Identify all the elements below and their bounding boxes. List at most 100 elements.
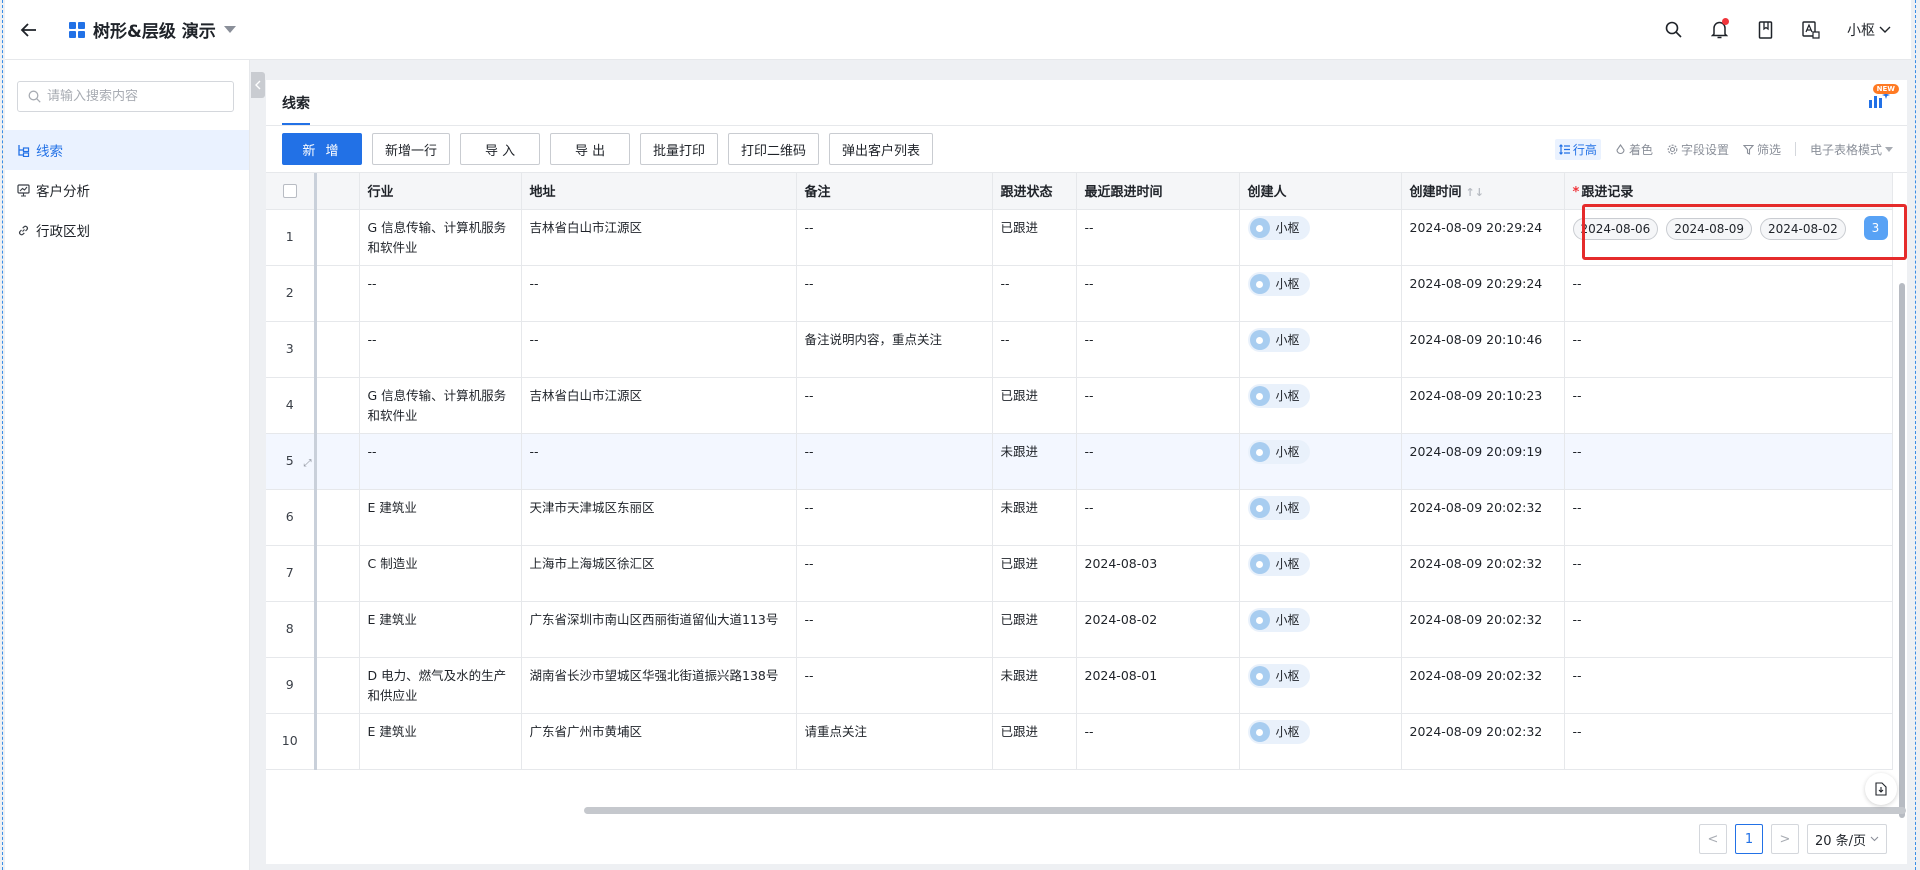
cell-created-time[interactable]: 2024-08-09 20:10:23 xyxy=(1401,377,1565,434)
coloring-option[interactable]: 着色 xyxy=(1615,141,1653,158)
cell-remark[interactable]: -- xyxy=(796,601,993,658)
search-icon[interactable] xyxy=(1663,20,1683,40)
batch-print-button[interactable]: 批量打印 xyxy=(640,133,719,165)
cell-address[interactable]: 吉林省白山市江源区 xyxy=(521,209,797,266)
cell-status[interactable]: -- xyxy=(992,265,1077,322)
table-row[interactable]: 1G 信息传输、计算机服务和软件业 吉林省白山市江源区 -- 已跟进 -- 小枢 2024-… xyxy=(266,209,1893,266)
cell-address[interactable]: 广东省广州市黄埔区 xyxy=(521,713,797,770)
cell-created-time[interactable]: 2024-08-09 20:10:46 xyxy=(1401,321,1565,378)
cell-creator[interactable]: 小枢 xyxy=(1239,377,1402,434)
sidebar-collapse-button[interactable] xyxy=(251,72,265,98)
cell-status[interactable]: 已跟进 xyxy=(992,713,1077,770)
cell-address[interactable]: -- xyxy=(521,433,797,490)
table-row[interactable]: 10 E 建筑业 广东省广州市黄埔区 请重点关注 已跟进 -- 小枢 2024-08-09 2… xyxy=(266,713,1893,770)
cell-remark[interactable]: -- xyxy=(796,545,993,602)
creator-chip[interactable]: 小枢 xyxy=(1247,720,1310,744)
cell-remark[interactable]: -- xyxy=(796,209,993,266)
cell-status[interactable]: 未跟进 xyxy=(992,657,1077,714)
cell-remark[interactable]: -- xyxy=(796,657,993,714)
cell-address[interactable]: 吉林省白山市江源区 xyxy=(521,377,797,434)
select-all-checkbox[interactable] xyxy=(282,183,297,198)
cell-last-follow[interactable]: -- xyxy=(1076,489,1240,546)
record-date-chip[interactable]: 2024-08-02 xyxy=(1760,217,1846,240)
expand-row-icon[interactable]: ⤢ xyxy=(304,454,312,474)
col-header-remark[interactable]: 备注 xyxy=(796,173,993,210)
cell-industry[interactable]: G 信息传输、计算机服务和软件业 xyxy=(359,377,522,434)
cell-follow-records[interactable]: 2024-08-06 2024-08-09 2024-08-02 3 xyxy=(1564,209,1893,266)
table-row[interactable]: 6E 建筑业 天津市天津城区东丽区 -- 未跟进 -- 小枢 2024-08-09 20:0… xyxy=(266,489,1893,546)
table-row[interactable]: 7C 制造业 上海市上海城区徐汇区 -- 已跟进 2024-08-03 小枢 2024-08… xyxy=(266,545,1893,602)
cell-address[interactable]: -- xyxy=(521,265,797,322)
cell-follow-records[interactable]: -- xyxy=(1564,321,1893,378)
cell-last-follow[interactable]: 2024-08-02 xyxy=(1076,601,1240,658)
col-header-address[interactable]: 地址 xyxy=(521,173,797,210)
cell-created-time[interactable]: 2024-08-09 20:09:19 xyxy=(1401,433,1565,490)
col-header-industry[interactable]: 行业 xyxy=(359,173,522,210)
cell-created-time[interactable]: 2024-08-09 20:02:32 xyxy=(1401,489,1565,546)
table-row[interactable]: 5 ⤢ -- -- -- 未跟进 -- 小枢 2024-08-09 20:09:19 -- xyxy=(266,433,1893,490)
cell-follow-records[interactable]: -- xyxy=(1564,657,1893,714)
cell-creator[interactable]: 小枢 xyxy=(1239,209,1402,266)
cell-status[interactable]: -- xyxy=(992,321,1077,378)
creator-chip[interactable]: 小枢 xyxy=(1247,440,1310,464)
cell-creator[interactable]: 小枢 xyxy=(1239,433,1402,490)
table-row[interactable]: 8E 建筑业 广东省深圳市南山区西丽街道留仙大道113号 -- 已跟进 2024-08-… xyxy=(266,601,1893,658)
cell-address[interactable]: 广东省深圳市南山区西丽街道留仙大道113号 xyxy=(521,601,797,658)
creator-chip[interactable]: 小枢 xyxy=(1247,496,1310,520)
cell-industry[interactable]: -- xyxy=(359,321,522,378)
cell-status[interactable]: 已跟进 xyxy=(992,545,1077,602)
horizontal-scrollbar[interactable] xyxy=(584,807,1906,814)
print-qr-button[interactable]: 打印二维码 xyxy=(728,133,820,165)
sidebar-item-admin-division[interactable]: 行政区划 xyxy=(5,210,249,250)
cell-status[interactable]: 已跟进 xyxy=(992,377,1077,434)
record-date-chip[interactable]: 2024-08-09 xyxy=(1666,217,1752,240)
cell-creator[interactable]: 小枢 xyxy=(1239,265,1402,322)
cell-created-time[interactable]: 2024-08-09 20:29:24 xyxy=(1401,265,1565,322)
export-file-button[interactable] xyxy=(1865,773,1897,805)
cell-creator[interactable]: 小枢 xyxy=(1239,657,1402,714)
translate-icon[interactable] xyxy=(1801,20,1821,40)
creator-chip[interactable]: 小枢 xyxy=(1247,384,1310,408)
cell-industry[interactable]: C 制造业 xyxy=(359,545,522,602)
cell-industry[interactable]: D 电力、燃气及水的生产和供应业 xyxy=(359,657,522,714)
page-number-current[interactable]: 1 xyxy=(1735,824,1763,854)
bell-icon[interactable] xyxy=(1709,17,1729,40)
cell-follow-records[interactable]: -- xyxy=(1564,433,1893,490)
cell-remark[interactable]: 请重点关注 xyxy=(796,713,993,770)
cell-remark[interactable]: -- xyxy=(796,489,993,546)
sort-icon[interactable]: ↑↓ xyxy=(1466,186,1484,199)
cell-remark[interactable]: 备注说明内容，重点关注 xyxy=(796,321,993,378)
cell-last-follow[interactable]: -- xyxy=(1076,377,1240,434)
cell-creator[interactable]: 小枢 xyxy=(1239,321,1402,378)
cell-last-follow[interactable]: -- xyxy=(1076,713,1240,770)
cell-follow-records[interactable]: -- xyxy=(1564,601,1893,658)
cell-status[interactable]: 已跟进 xyxy=(992,209,1077,266)
cell-address[interactable]: 上海市上海城区徐汇区 xyxy=(521,545,797,602)
record-date-chip[interactable]: 2024-08-06 xyxy=(1572,217,1659,240)
cell-creator[interactable]: 小枢 xyxy=(1239,713,1402,770)
cell-last-follow[interactable]: 2024-08-03 xyxy=(1076,545,1240,602)
creator-chip[interactable]: 小枢 xyxy=(1247,272,1310,296)
col-header-status[interactable]: 跟进状态 xyxy=(992,173,1077,210)
add-button[interactable]: 新 增 xyxy=(282,133,362,165)
sheet-mode-option[interactable]: 电子表格模式 xyxy=(1810,141,1893,158)
cell-remark[interactable]: -- xyxy=(796,433,993,490)
vertical-scrollbar[interactable] xyxy=(1899,283,1905,818)
cell-created-time[interactable]: 2024-08-09 20:02:32 xyxy=(1401,601,1565,658)
creator-chip[interactable]: 小枢 xyxy=(1247,608,1310,632)
cell-industry[interactable]: E 建筑业 xyxy=(359,489,522,546)
next-page-button[interactable]: > xyxy=(1771,824,1799,854)
field-settings-option[interactable]: 字段设置 xyxy=(1667,141,1729,158)
sidebar-search[interactable] xyxy=(17,81,234,112)
col-header-follow-records[interactable]: * 跟进记录 xyxy=(1564,173,1893,210)
cell-industry[interactable]: E 建筑业 xyxy=(359,601,522,658)
cell-creator[interactable]: 小枢 xyxy=(1239,489,1402,546)
analytics-widget-button[interactable]: NEW xyxy=(1865,84,1899,116)
table-row[interactable]: 9D 电力、燃气及水的生产和供应业 湖南省长沙市望城区华强北街道振兴路138号 --… xyxy=(266,657,1893,714)
app-switch-caret-icon[interactable] xyxy=(223,26,236,33)
cell-industry[interactable]: G 信息传输、计算机服务和软件业 xyxy=(359,209,522,266)
cell-created-time[interactable]: 2024-08-09 20:02:32 xyxy=(1401,657,1565,714)
cell-created-time[interactable]: 2024-08-09 20:29:24 xyxy=(1401,209,1565,266)
cell-last-follow[interactable]: -- xyxy=(1076,265,1240,322)
cell-last-follow[interactable]: -- xyxy=(1076,433,1240,490)
